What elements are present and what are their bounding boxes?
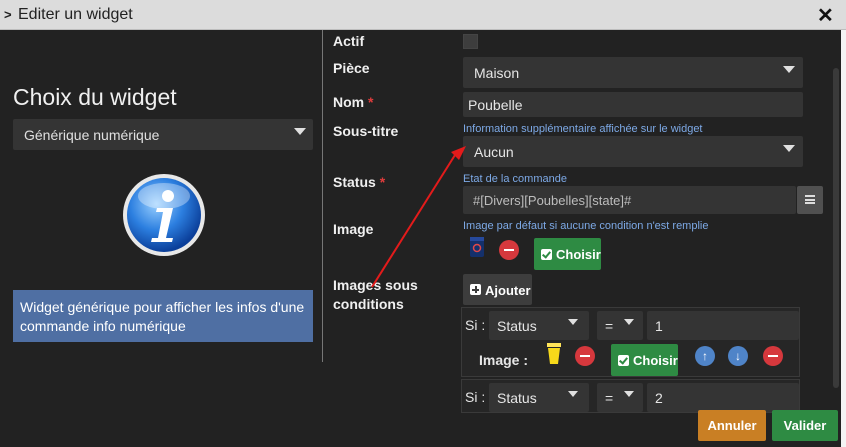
- delete-condition-button[interactable]: [763, 346, 783, 366]
- widget-type-select[interactable]: Générique numérique: [13, 119, 313, 150]
- label-images-conditions: Images sous conditions: [333, 277, 418, 312]
- actif-checkbox[interactable]: [463, 34, 478, 49]
- info-icon: [123, 174, 205, 256]
- background-page-edge: [841, 30, 846, 447]
- condition-operator-select[interactable]: =: [597, 383, 643, 412]
- cancel-button[interactable]: Annuler: [698, 410, 766, 441]
- condition-si-label: Si :: [465, 389, 486, 405]
- nom-input[interactable]: Poubelle: [463, 92, 803, 117]
- label-nom: Nom *: [333, 94, 374, 110]
- condition-field-select[interactable]: Status: [489, 311, 589, 340]
- condition-field-select[interactable]: Status: [489, 383, 589, 412]
- condition-operator-select[interactable]: =: [597, 311, 643, 340]
- add-condition-button[interactable]: Ajouter: [463, 274, 532, 305]
- status-hint: Etat de la commande: [463, 173, 567, 185]
- required-marker: *: [379, 174, 386, 190]
- trash-bin-yellow-icon: [547, 343, 561, 364]
- label-actif: Actif: [333, 33, 365, 49]
- chevron-right-icon: >: [4, 7, 12, 22]
- sous-titre-hint: Information supplémentaire affichée sur …: [463, 123, 703, 135]
- check-square-icon: [618, 355, 629, 366]
- condition-image-label: Image :: [479, 352, 529, 368]
- status-value: #[Divers][Poubelles][state]#: [473, 193, 632, 208]
- remove-image-button[interactable]: [499, 240, 519, 260]
- remove-condition-image-button[interactable]: [575, 346, 595, 366]
- caret-down-icon: [294, 128, 306, 135]
- caret-down-icon: [783, 66, 795, 73]
- validate-button[interactable]: Valider: [772, 410, 838, 441]
- label-piece: Pièce: [333, 60, 370, 76]
- check-square-icon: [541, 249, 552, 260]
- condition-value-input[interactable]: 2: [647, 383, 799, 412]
- sous-titre-select[interactable]: Aucun: [463, 136, 803, 167]
- caret-down-icon: [624, 319, 634, 325]
- plus-square-icon: [470, 284, 481, 295]
- required-marker: *: [368, 94, 374, 110]
- close-icon[interactable]: ✕: [817, 3, 834, 28]
- label-image: Image: [333, 221, 374, 237]
- scrollbar[interactable]: [833, 68, 839, 388]
- condition-block: Si : Status = 1 Image : Choisir ↑ ↓: [461, 307, 800, 377]
- piece-select[interactable]: Maison: [463, 57, 803, 88]
- trash-bin-image-icon: [470, 237, 484, 257]
- label-status: Status *: [333, 174, 386, 190]
- widget-choice-heading: Choix du widget: [13, 84, 177, 110]
- caret-down-icon: [624, 391, 634, 397]
- choose-image-button[interactable]: Choisir: [534, 238, 601, 270]
- sous-titre-value: Aucun: [474, 144, 514, 160]
- piece-value: Maison: [474, 65, 520, 81]
- column-divider: [322, 30, 323, 362]
- select-command-button[interactable]: [797, 186, 823, 214]
- move-down-icon[interactable]: ↓: [728, 346, 748, 366]
- dialog-title: Editer un widget: [18, 6, 133, 23]
- caret-down-icon: [568, 391, 578, 397]
- dialog-titlebar: > Editer un widget ✕: [0, 0, 846, 30]
- image-hint: Image par défaut si aucune condition n'e…: [463, 220, 709, 232]
- label-sous-titre: Sous-titre: [333, 123, 399, 139]
- condition-value-input[interactable]: 1: [647, 311, 799, 340]
- nom-value: Poubelle: [468, 97, 523, 113]
- widget-type-value: Générique numérique: [24, 127, 160, 143]
- status-input[interactable]: #[Divers][Poubelles][state]#: [463, 186, 796, 214]
- caret-down-icon: [783, 145, 795, 152]
- widget-description: Widget générique pour afficher les infos…: [13, 290, 313, 342]
- caret-down-icon: [568, 319, 578, 325]
- condition-si-label: Si :: [465, 317, 486, 333]
- condition-block: Si : Status = 2: [461, 379, 800, 413]
- move-up-icon[interactable]: ↑: [695, 346, 715, 366]
- list-icon: [805, 195, 815, 204]
- choose-condition-image-button[interactable]: Choisir: [611, 344, 678, 376]
